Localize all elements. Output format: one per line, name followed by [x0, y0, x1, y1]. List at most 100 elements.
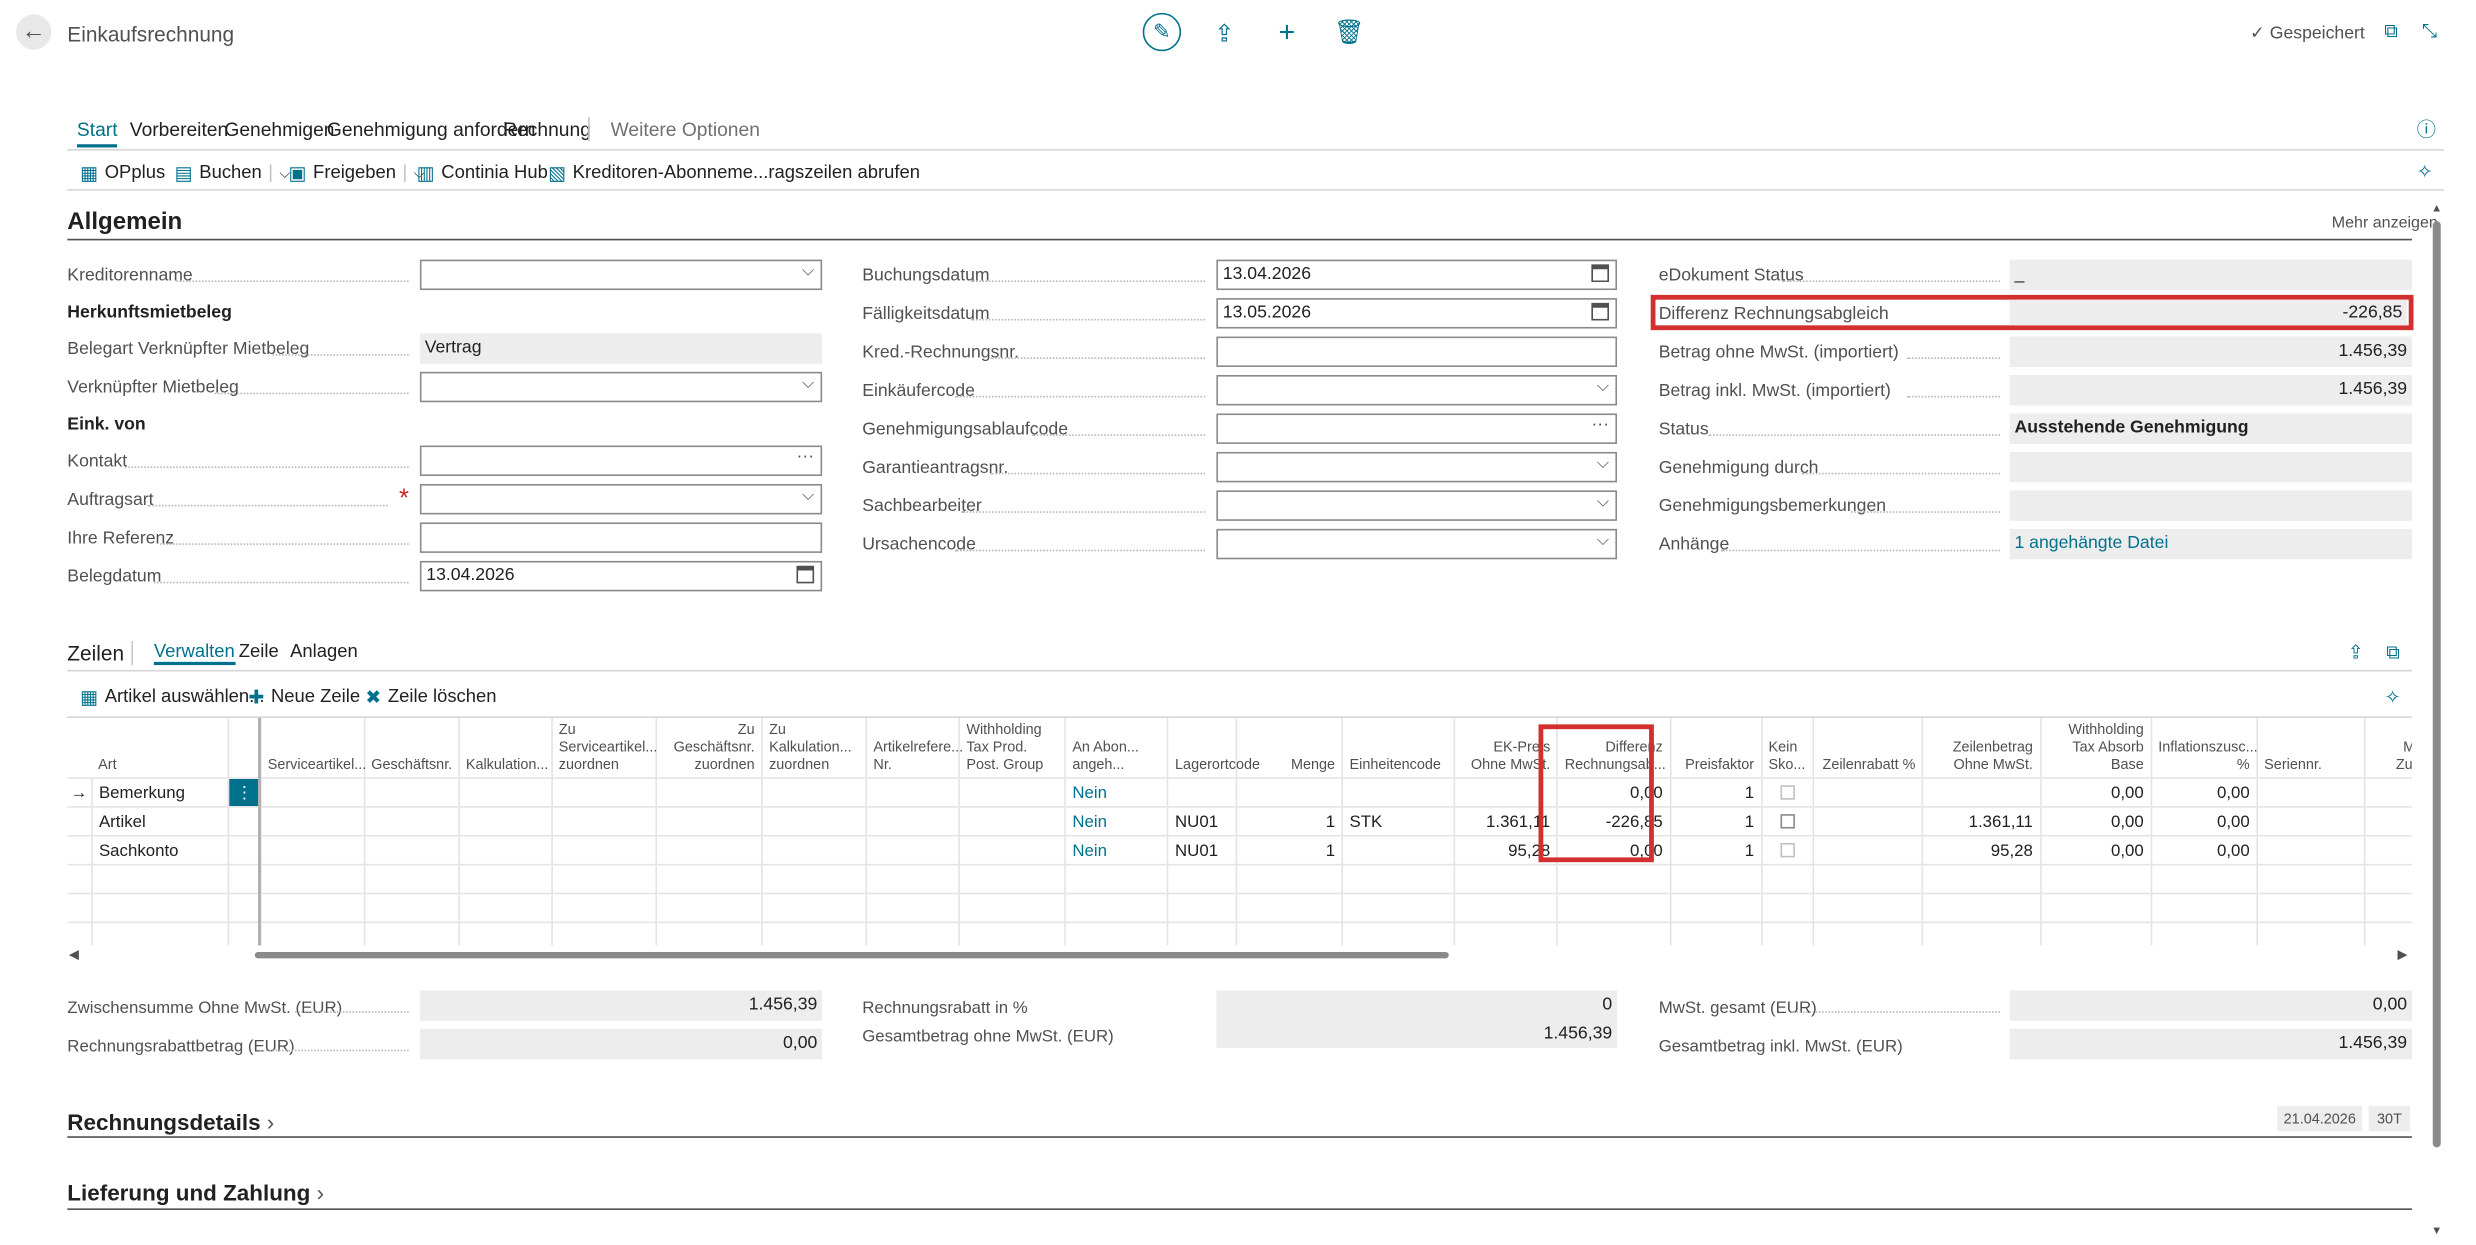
- garantieantragsnr-field[interactable]: ⌵: [1216, 451, 1618, 483]
- kontakt-field[interactable]: ···: [419, 445, 823, 476]
- col-einheitencode[interactable]: Einheitencode: [1342, 717, 1456, 779]
- col-preisfaktor[interactable]: Preisfaktor: [1670, 717, 1763, 779]
- col-lagerortcode[interactable]: Lagerortcode: [1167, 717, 1260, 779]
- cell[interactable]: [1065, 863, 1169, 894]
- cell[interactable]: [1236, 863, 1344, 894]
- cell[interactable]: [959, 892, 1066, 923]
- cell-inflation[interactable]: 0,00: [2150, 834, 2258, 865]
- cell[interactable]: [551, 777, 657, 807]
- cell[interactable]: [959, 777, 1066, 807]
- cell[interactable]: [259, 892, 365, 923]
- cell[interactable]: [1454, 863, 1559, 894]
- col-zeilenrabatt[interactable]: Zeilenrabatt %: [1813, 717, 1924, 779]
- cell[interactable]: [2256, 806, 2366, 836]
- calendar-icon[interactable]: [1591, 264, 1610, 283]
- cell[interactable]: [2364, 777, 2412, 807]
- cell-inflation[interactable]: 0,00: [2150, 777, 2258, 807]
- cell[interactable]: [2256, 863, 2366, 894]
- cell[interactable]: [1761, 892, 1815, 923]
- cell-menge[interactable]: 1: [1236, 806, 1344, 836]
- cell[interactable]: [2150, 863, 2258, 894]
- cell-einheit[interactable]: STK: [1342, 806, 1456, 836]
- cell[interactable]: [364, 892, 460, 923]
- cell[interactable]: [959, 834, 1066, 865]
- cell-an-abon[interactable]: Nein: [1065, 806, 1169, 836]
- cell[interactable]: [1670, 863, 1763, 894]
- cell-an-abon[interactable]: Nein: [1065, 777, 1169, 807]
- auftragsart-field[interactable]: ⌵: [419, 483, 823, 515]
- cell-zeilenbetrag[interactable]: 1.361,11: [1922, 806, 2041, 836]
- cell[interactable]: [458, 863, 553, 894]
- add-icon[interactable]: +: [1271, 16, 1303, 50]
- section-zeilen[interactable]: Zeilen: [67, 641, 124, 665]
- cell[interactable]: [1922, 863, 2041, 894]
- cell[interactable]: [1813, 777, 1924, 807]
- cell[interactable]: [761, 863, 868, 894]
- cell[interactable]: [1454, 921, 1559, 946]
- cell-preisfaktor[interactable]: 1: [1670, 777, 1763, 807]
- cell[interactable]: [458, 921, 553, 946]
- vertical-scrollbar[interactable]: [2432, 221, 2441, 1148]
- genehmigungsablaufcode-field[interactable]: ···: [1216, 413, 1618, 444]
- open-new-window-icon[interactable]: ⧉: [2375, 19, 2407, 43]
- tab-verwalten[interactable]: Verwalten: [153, 643, 235, 666]
- horizontal-scrollbar[interactable]: [254, 951, 1449, 959]
- share-icon[interactable]: ⇪: [2348, 641, 2364, 663]
- cell[interactable]: [2364, 921, 2412, 946]
- cell[interactable]: [655, 921, 763, 946]
- cell[interactable]: [1065, 892, 1169, 923]
- cell[interactable]: [1167, 892, 1238, 923]
- cell[interactable]: [1761, 921, 1815, 946]
- menu-more-options[interactable]: Weitere Optionen: [611, 119, 760, 141]
- cell[interactable]: [866, 921, 960, 946]
- cell[interactable]: [551, 834, 657, 865]
- scroll-right-icon[interactable]: ▶: [2397, 947, 2407, 961]
- cell[interactable]: [364, 834, 460, 865]
- cell[interactable]: [1813, 892, 1924, 923]
- faelligkeitsdatum-field[interactable]: 13.05.2026: [1216, 298, 1618, 329]
- cell[interactable]: [551, 921, 657, 946]
- cell[interactable]: [1342, 863, 1456, 894]
- cell[interactable]: [1761, 863, 1815, 894]
- scroll-up-icon[interactable]: ▲: [2431, 204, 2442, 215]
- cell[interactable]: [259, 777, 365, 807]
- belegdatum-field[interactable]: 13.04.2026: [419, 560, 823, 592]
- section-lieferung-zahlung[interactable]: Lieferung und Zahlung ›: [67, 1180, 324, 1206]
- col-withholding-tax-group[interactable]: Withholding Tax Prod. Post. Group: [959, 717, 1066, 779]
- cell[interactable]: [91, 921, 230, 946]
- cell-absorb[interactable]: 0,00: [2040, 806, 2152, 836]
- cell-zeilenbetrag[interactable]: [1922, 777, 2041, 807]
- cell[interactable]: [1922, 921, 2041, 946]
- cell[interactable]: [1236, 921, 1344, 946]
- cell[interactable]: [1670, 892, 1763, 923]
- cell[interactable]: [364, 921, 460, 946]
- collapse-icon[interactable]: ⤡: [2414, 19, 2446, 43]
- cell[interactable]: [761, 806, 868, 836]
- sachbearbeiter-field[interactable]: ⌵: [1216, 490, 1618, 521]
- cell[interactable]: [1813, 806, 1924, 836]
- neue-zeile-action[interactable]: ✚ Neue Zeile: [248, 686, 360, 708]
- buchen-action[interactable]: ▤ Buchen | ⌵: [175, 162, 291, 184]
- cell-an-abon[interactable]: Nein: [1065, 834, 1169, 865]
- share-icon[interactable]: ⇪: [1208, 19, 1240, 48]
- cell[interactable]: [91, 892, 230, 923]
- cell-art[interactable]: Bemerkung: [91, 777, 230, 807]
- cell[interactable]: [2256, 892, 2366, 923]
- col-artikelreferenz[interactable]: Artikelrefere... Nr.: [866, 717, 963, 779]
- cell[interactable]: [2040, 863, 2152, 894]
- col-inflation[interactable]: Inflationszusc... %: [2150, 717, 2258, 779]
- cell-art[interactable]: Sachkonto: [91, 834, 230, 865]
- cell-menge[interactable]: 1: [1236, 834, 1344, 865]
- cell[interactable]: [2364, 834, 2412, 865]
- cell-preisfaktor[interactable]: 1: [1670, 834, 1763, 865]
- cell[interactable]: [1454, 892, 1559, 923]
- tab-anlagen[interactable]: Anlagen: [290, 643, 358, 662]
- cell-lager[interactable]: NU01: [1167, 834, 1238, 865]
- cell[interactable]: [1670, 921, 1763, 946]
- cell[interactable]: [1236, 892, 1344, 923]
- anhaenge-link[interactable]: 1 angehängte Datei: [2009, 528, 2412, 560]
- col-zu-kalkulation[interactable]: Zu Kalkulation... zuordnen: [761, 717, 868, 779]
- cell[interactable]: [959, 863, 1066, 894]
- cell[interactable]: [866, 892, 960, 923]
- cell-art[interactable]: Artikel: [91, 806, 230, 836]
